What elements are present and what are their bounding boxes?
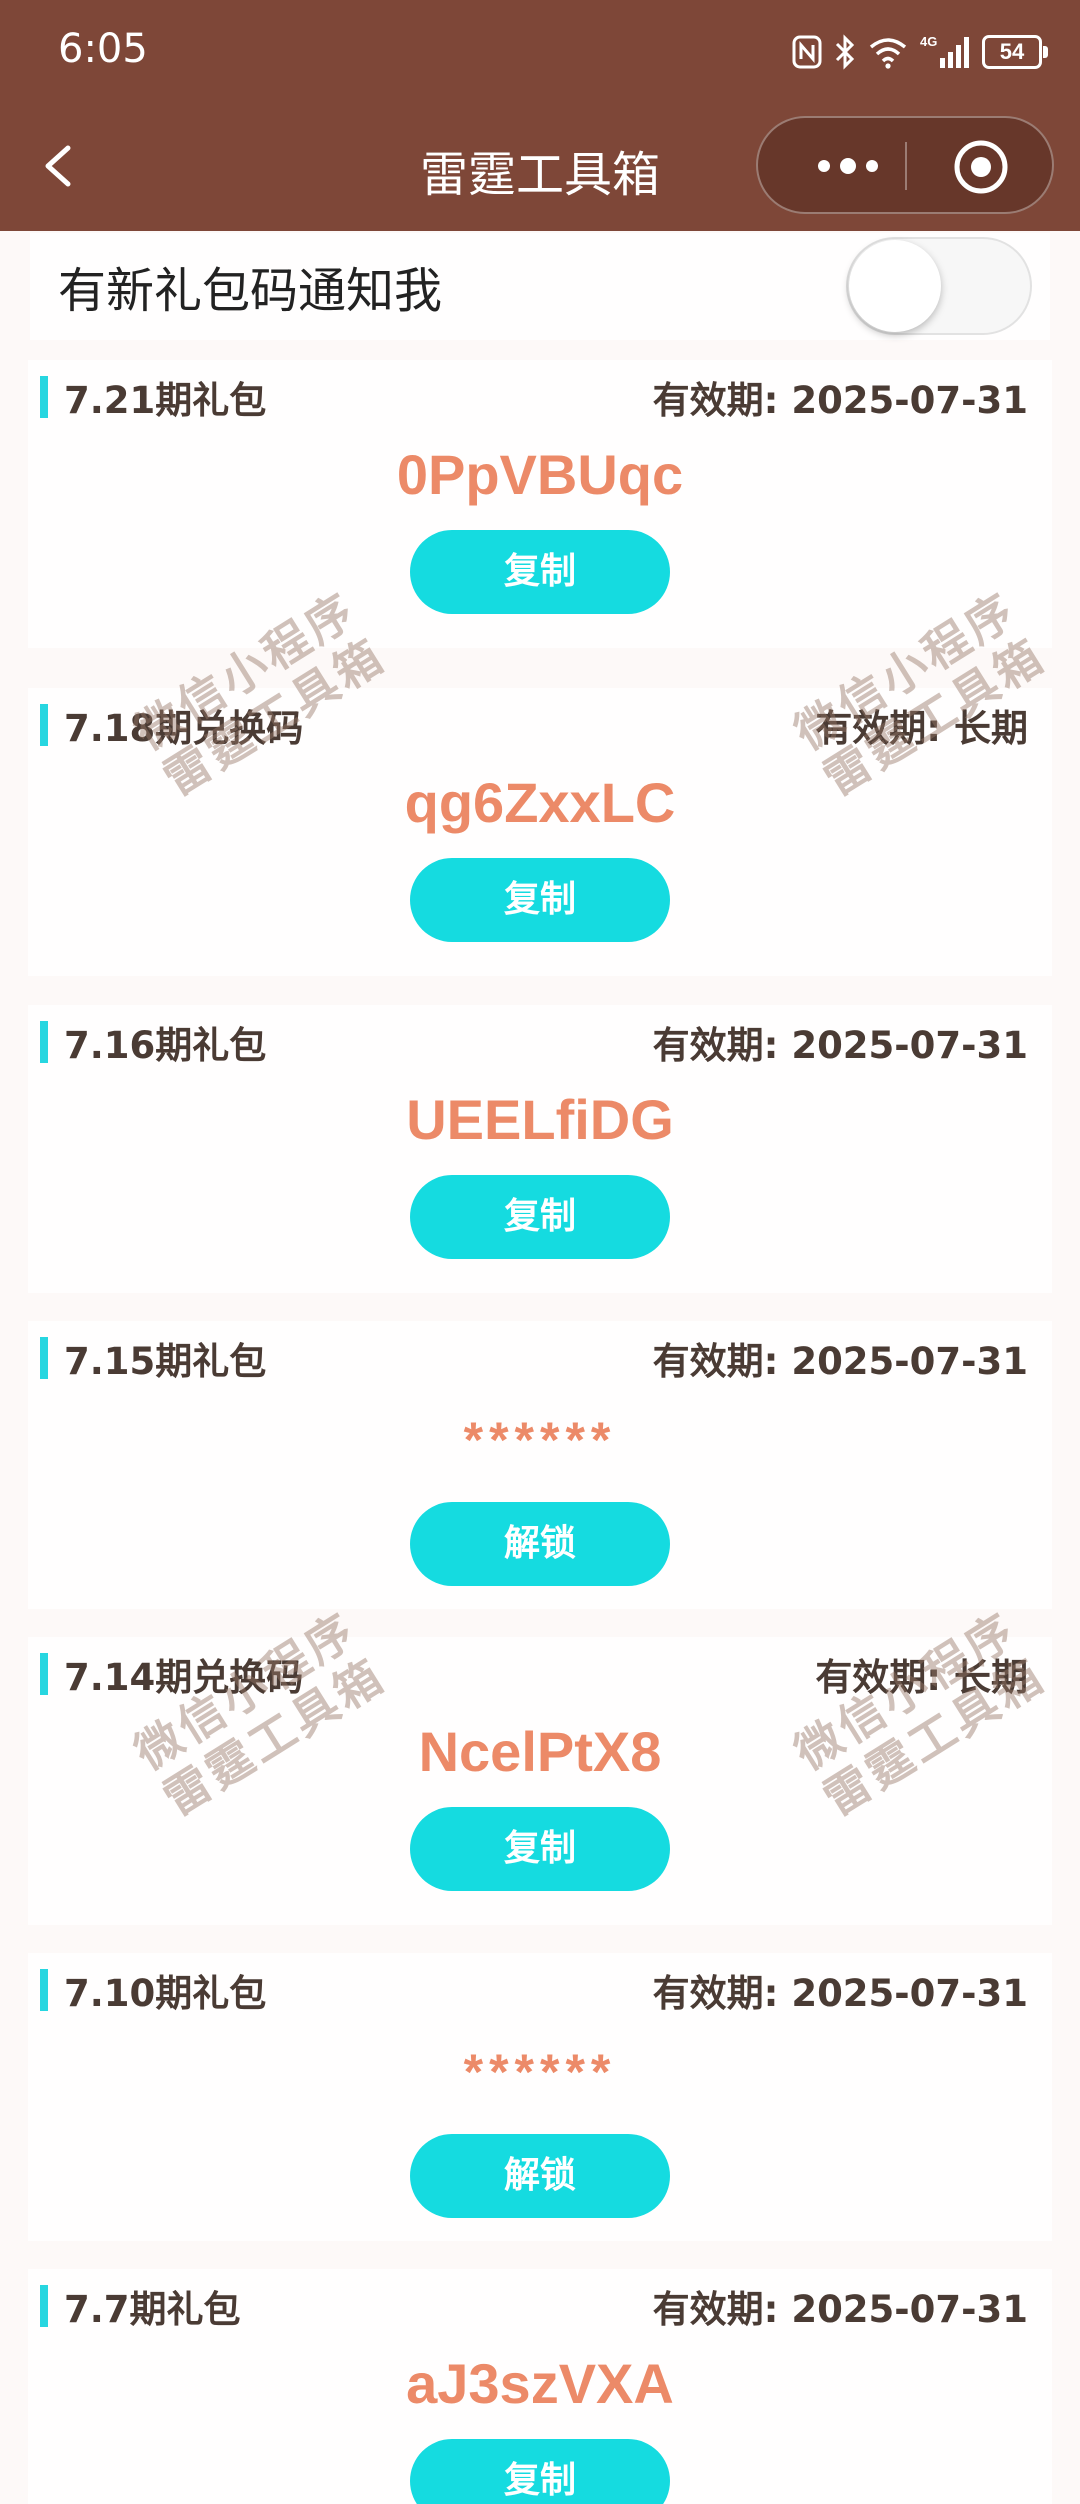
card-accent-bar [40,1021,48,1063]
card-expiry: 有效期: 2025-07-31 [652,1340,1028,1383]
more-dots-icon [818,158,878,174]
copy-button[interactable]: 复制 [410,1175,670,1259]
card-title: 7.14期兑换码 [64,1656,304,1699]
copy-button[interactable]: 复制 [410,1807,670,1891]
gift-card: 7.16期礼包 有效期: 2025-07-31 UEELfiDG 复制 [28,1005,1052,1293]
card-expiry: 有效期: 2025-07-31 [652,2288,1028,2331]
card-expiry: 有效期: 2025-07-31 [652,1024,1028,1067]
bluetooth-icon [834,34,856,70]
card-expiry: 有效期: 长期 [815,707,1028,750]
close-miniprogram-button[interactable] [952,138,1010,196]
gift-code: aJ3szVXA [406,2352,674,2415]
toggle-knob [849,240,941,332]
gift-code: UEELfiDG [406,1088,674,1151]
miniprogram-capsule [756,116,1054,214]
card-expiry: 有效期: 2025-07-31 [652,1972,1028,2015]
gift-card: 7.21期礼包 有效期: 2025-07-31 0PpVBUqc 复制 [28,360,1052,648]
gift-code: 0PpVBUqc [396,443,684,506]
gift-card: 7.7期礼包 有效期: 2025-07-31 aJ3szVXA 复制 [28,2269,1052,2504]
top-bar: 6:05 4G 54 雷霆工具箱 [0,0,1080,231]
gift-card: 7.15期礼包 有效期: 2025-07-31 ****** 解锁 [28,1321,1052,1609]
card-accent-bar [40,2285,48,2327]
card-title: 7.21期礼包 [64,379,267,422]
notify-toggle[interactable] [846,237,1032,335]
card-accent-bar [40,1653,48,1695]
masked-gift-code: ****** [463,1412,617,1468]
unlock-button[interactable]: 解锁 [410,2134,670,2218]
capsule-divider [905,142,907,190]
copy-button[interactable]: 复制 [410,858,670,942]
status-icons: 4G 54 [792,30,1048,74]
battery-icon: 54 [982,35,1048,69]
card-accent-bar [40,1337,48,1379]
card-accent-bar [40,376,48,418]
gift-card: 7.18期兑换码 有效期: 长期 qg6ZxxLC 复制 [28,688,1052,976]
copy-button[interactable]: 复制 [410,530,670,614]
cellular-signal-icon: 4G [920,34,970,70]
notify-label: 有新礼包码通知我 [58,263,443,319]
card-expiry: 有效期: 2025-07-31 [652,379,1028,422]
gift-card: 7.14期兑换码 有效期: 长期 NcelPtX8 复制 [28,1637,1052,1925]
card-title: 7.15期礼包 [64,1340,267,1383]
notify-row: 有新礼包码通知我 [30,233,1050,340]
card-accent-bar [40,1969,48,2011]
card-title: 7.7期礼包 [64,2288,241,2331]
network-type-label: 4G [920,34,937,49]
unlock-button[interactable]: 解锁 [410,1502,670,1586]
wifi-icon [868,35,908,69]
more-button[interactable] [808,148,888,184]
card-title: 7.18期兑换码 [64,707,304,750]
gift-card: 7.10期礼包 有效期: 2025-07-31 ****** 解锁 [28,1953,1052,2241]
nfc-icon [792,35,822,69]
copy-button[interactable]: 复制 [410,2439,670,2504]
gift-code: qg6ZxxLC [404,771,676,834]
gift-code: NcelPtX8 [418,1720,662,1783]
card-accent-bar [40,704,48,746]
masked-gift-code: ****** [463,2044,617,2100]
card-title: 7.16期礼包 [64,1024,267,1067]
card-title: 7.10期礼包 [64,1972,267,2015]
target-icon [954,140,1008,194]
status-time: 6:05 [58,26,148,72]
card-expiry: 有效期: 长期 [815,1656,1028,1699]
app-root: 6:05 4G 54 雷霆工具箱 有新礼包码通知我 7.21期礼包 有效期: 2… [0,0,1080,2504]
